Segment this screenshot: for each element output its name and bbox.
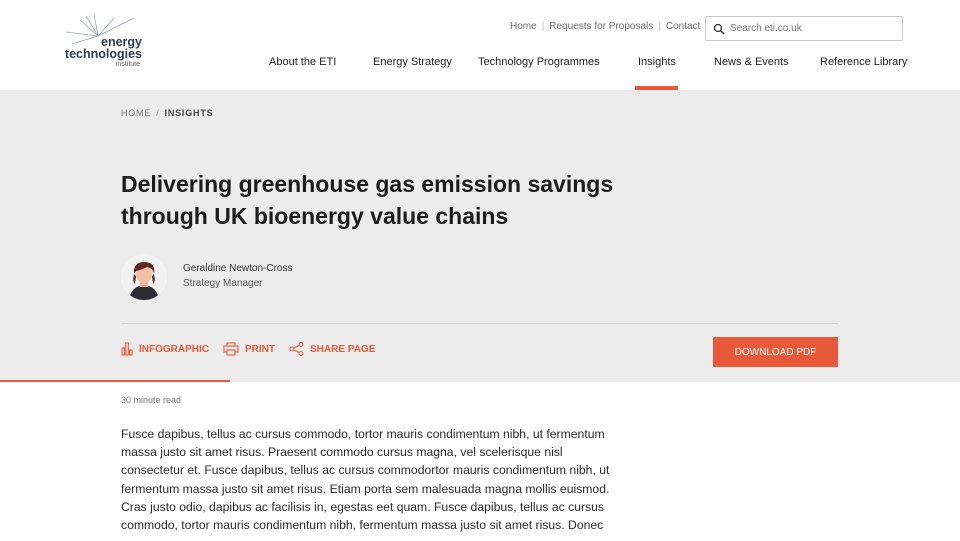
page-title-line-1: Delivering greenhouse gas emission savin… (121, 171, 614, 197)
body-line: commodo, tortor mauris condimentum nibh,… (121, 518, 604, 533)
share-page-label: SHARE PAGE (310, 343, 376, 355)
breadcrumb: HOME / INSIGHTS (121, 108, 213, 118)
infographic-label: INFOGRAPHIC (139, 343, 209, 355)
article-hero: HOME / INSIGHTS Delivering greenhouse ga… (0, 90, 960, 382)
reading-progress-bar (0, 380, 231, 382)
search-icon (713, 23, 725, 35)
nav-insights[interactable]: Insights (638, 56, 676, 68)
article-actions: INFOGRAPHIC PRINT SHARE PAGE (121, 342, 389, 356)
body-line: massa justo sit amet risus. Praesent com… (121, 445, 563, 460)
breadcrumb-separator: / (156, 108, 160, 118)
article-body: Fusce dapibus, tellus ac cursus commodo,… (121, 425, 661, 534)
print-link[interactable]: PRINT (223, 342, 275, 356)
author-portrait-icon (121, 254, 167, 300)
main-nav: About the ETI Energy Strategy Technology… (0, 56, 960, 90)
print-label: PRINT (245, 343, 275, 355)
hero-divider (121, 323, 838, 324)
nav-about-the-eti[interactable]: About the ETI (269, 56, 336, 68)
nav-technology-programmes[interactable]: Technology Programmes (478, 56, 600, 68)
body-line: Cras justo odio, dapibus ac facilisis in… (121, 499, 605, 514)
read-time: 30 minute read (121, 395, 182, 405)
share-page-link[interactable]: SHARE PAGE (289, 342, 375, 356)
site-header: energy technologies institute Home | Req… (0, 0, 960, 90)
printer-icon (223, 342, 239, 356)
body-line: consectetur et. Fusce dapibus, tellus ac… (121, 463, 610, 478)
body-line: fermentum massa justo sit amet risus. Et… (121, 481, 610, 496)
download-pdf-button[interactable]: DOWNLOAD PDF (713, 337, 838, 367)
infographic-link[interactable]: INFOGRAPHIC (121, 342, 209, 356)
nav-reference-library[interactable]: Reference Library (820, 56, 907, 68)
page-title: Delivering greenhouse gas emission savin… (121, 168, 681, 232)
avatar (121, 254, 167, 300)
util-separator: | (658, 21, 661, 32)
breadcrumb-home[interactable]: HOME (121, 108, 151, 118)
nav-energy-strategy[interactable]: Energy Strategy (373, 56, 452, 68)
author-block: Geraldine Newton-Cross Strategy Manager (121, 254, 293, 300)
breadcrumb-current[interactable]: INSIGHTS (165, 108, 214, 118)
author-info: Geraldine Newton-Cross Strategy Manager (183, 262, 293, 292)
util-separator: | (541, 21, 545, 32)
util-link-contact[interactable]: Contact (664, 21, 702, 32)
nav-news-events[interactable]: News & Events (714, 56, 789, 68)
bar-chart-icon (121, 342, 133, 356)
search-input[interactable] (730, 23, 900, 34)
author-name[interactable]: Geraldine Newton-Cross (183, 262, 293, 276)
page-title-line-2: through UK bioenergy value chains (121, 203, 509, 229)
body-line: Fusce dapibus, tellus ac cursus commodo,… (121, 427, 605, 441)
share-icon (289, 342, 304, 356)
author-role: Strategy Manager (183, 278, 263, 289)
util-link-rfp[interactable]: Requests for Proposals (547, 21, 655, 32)
util-link-home[interactable]: Home (508, 21, 539, 32)
utility-nav: Home | Requests for Proposals | Contact (508, 21, 702, 32)
search-box[interactable] (705, 16, 903, 41)
